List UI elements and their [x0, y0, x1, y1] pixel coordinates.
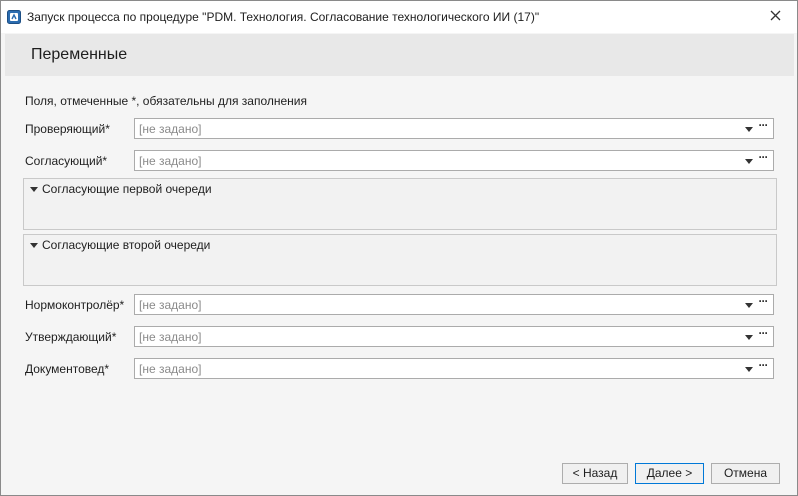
page-title: Переменные	[31, 46, 128, 63]
normcontroller-combobox[interactable]: [не задано] ···	[134, 294, 774, 315]
confirmer-combobox[interactable]: [не задано] ···	[134, 326, 774, 347]
next-button[interactable]: Далее >	[635, 463, 704, 484]
normcontroller-value: [не задано]	[139, 298, 202, 312]
approver-value: [не задано]	[139, 154, 202, 168]
document-manager-combobox[interactable]: [не задано] ···	[134, 358, 774, 379]
dialog-window: Запуск процесса по процедуре "PDM. Техно…	[0, 0, 798, 496]
chevron-down-icon[interactable]	[745, 367, 753, 372]
close-button[interactable]	[761, 5, 789, 29]
collapse-arrow-icon[interactable]	[30, 243, 38, 248]
cancel-button[interactable]: Отмена	[711, 463, 780, 484]
document-manager-value: [не задано]	[139, 362, 202, 376]
more-options-button[interactable]: ···	[756, 359, 770, 376]
required-hint: Поля, отмеченные *, обязательны для запо…	[25, 94, 308, 108]
more-options-button[interactable]: ···	[756, 119, 770, 136]
field-label-document-manager: Документовед*	[25, 362, 110, 376]
more-options-button[interactable]: ···	[756, 151, 770, 168]
more-options-button[interactable]: ···	[756, 295, 770, 312]
close-icon	[770, 10, 781, 24]
chevron-down-icon[interactable]	[745, 335, 753, 340]
field-label-approver: Согласующий*	[25, 154, 108, 168]
group-title-second-queue[interactable]: Согласующие второй очереди	[42, 238, 210, 252]
confirmer-value: [не задано]	[139, 330, 202, 344]
process-app-icon	[7, 10, 21, 24]
field-label-confirmer: Утверждающий*	[25, 330, 117, 344]
collapse-arrow-icon[interactable]	[30, 187, 38, 192]
reviewer-value: [не задано]	[139, 122, 202, 136]
chevron-down-icon[interactable]	[745, 127, 753, 132]
reviewer-combobox[interactable]: [не задано] ···	[134, 118, 774, 139]
more-options-button[interactable]: ···	[756, 327, 770, 344]
title-bar: Запуск процесса по процедуре "PDM. Техно…	[1, 1, 797, 33]
field-label-reviewer: Проверяющий*	[25, 122, 110, 136]
chevron-down-icon[interactable]	[745, 159, 753, 164]
window-title: Запуск процесса по процедуре "PDM. Техно…	[27, 10, 540, 24]
group-first-queue-approvers: Согласующие первой очереди	[23, 178, 777, 230]
group-second-queue-approvers: Согласующие второй очереди	[23, 234, 777, 286]
field-label-normcontroller: Нормоконтролёр*	[25, 298, 125, 312]
section-header: Переменные	[5, 34, 794, 76]
chevron-down-icon[interactable]	[745, 303, 753, 308]
group-title-first-queue[interactable]: Согласующие первой очереди	[42, 182, 212, 196]
approver-combobox[interactable]: [не задано] ···	[134, 150, 774, 171]
back-button[interactable]: < Назад	[562, 463, 628, 484]
